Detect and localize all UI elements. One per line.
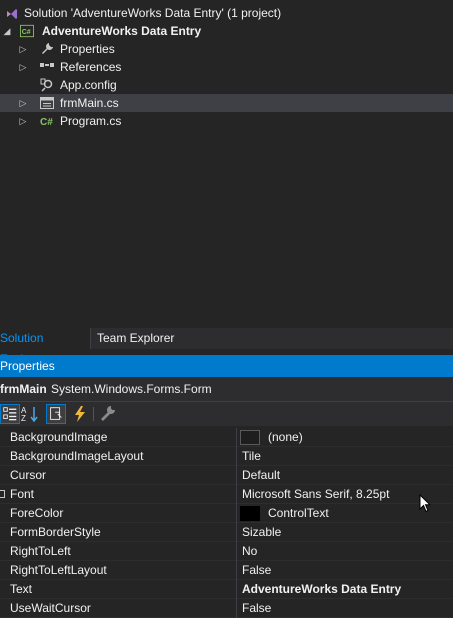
references-icon [40,63,54,67]
solution-explorer-tree: Solution 'AdventureWorks Data Entry' (1 … [0,0,453,328]
property-name: ForeColor [10,506,64,520]
property-value[interactable]: Default [242,466,280,485]
column-divider [236,599,237,618]
object-selector[interactable]: frmMain System.Windows.Forms.Form [0,377,453,402]
tree-row-solution[interactable]: Solution 'AdventureWorks Data Entry' (1 … [0,4,453,22]
csharp-icon: C# [40,117,53,128]
events-lightning-icon[interactable] [70,404,90,424]
alphabetical-sort-icon[interactable]: A Z [20,404,40,424]
tree-item-label: App.config [60,78,117,92]
column-divider [236,561,237,580]
collapse-arrow-icon[interactable]: ◢ [2,22,12,40]
properties-title: Properties [0,359,55,373]
property-row-forecolor[interactable]: ForeColor ControlText [0,504,453,523]
property-row-font[interactable]: Font Microsoft Sans Serif, 8.25pt [0,485,453,504]
expand-arrow-icon[interactable]: ▷ [18,40,28,58]
tree-item-references[interactable]: ▷ References [0,58,453,76]
object-type: System.Windows.Forms.Form [51,382,212,396]
property-value[interactable]: Tile [242,447,261,466]
column-divider [236,542,237,561]
property-name: RightToLeft [10,544,71,558]
tree-item-frmmain[interactable]: ▷ frmMain.cs [0,94,453,112]
expand-arrow-icon[interactable]: ▷ [18,94,28,112]
property-value[interactable]: Sizable [242,523,281,542]
column-divider [236,447,237,466]
expand-arrow-icon[interactable]: ▷ [18,58,28,76]
svg-text:C#: C# [22,29,31,36]
tree-item-label: References [60,60,122,74]
svg-text:C#: C# [40,117,53,128]
tree-item-properties[interactable]: ▷ Properties [0,40,453,58]
column-divider [236,466,237,485]
property-name: Text [10,582,33,596]
property-value[interactable]: No [242,542,257,561]
form-icon [40,97,54,109]
property-grid: BackgroundImage (none) BackgroundImageLa… [0,428,453,618]
property-row-text[interactable]: Text AdventureWorks Data Entry [0,580,453,599]
config-icon [40,78,53,92]
properties-title-bar[interactable]: Properties [0,355,453,377]
property-row-backgroundimage[interactable]: BackgroundImage (none) [0,428,453,447]
properties-view-icon[interactable] [46,404,66,424]
column-divider [236,580,237,599]
tree-item-label: Program.cs [60,114,122,128]
expand-box-icon[interactable] [0,490,5,498]
column-divider [236,485,237,504]
property-value[interactable]: AdventureWorks Data Entry [242,580,401,599]
tab-team-explorer[interactable]: Team Explorer [90,328,185,349]
column-divider [236,504,237,523]
column-divider [236,523,237,542]
mouse-pointer-icon [419,494,431,513]
property-name: UseWaitCursor [10,601,91,615]
property-row-righttoleftlayout[interactable]: RightToLeftLayout False [0,561,453,580]
tree-item-app-config[interactable]: App.config [0,76,453,94]
column-divider [236,428,237,447]
property-row-usewaitcursor[interactable]: UseWaitCursor False [0,599,453,618]
tab-solution-explorer[interactable]: Solution Explorer [0,328,90,366]
property-name: BackgroundImage [10,430,108,444]
categorized-view-icon[interactable] [0,404,20,424]
panel-tabs: Solution Explorer Team Explorer [0,328,453,366]
expand-arrow-icon[interactable]: ▷ [18,112,28,130]
visual-studio-solution-icon [7,9,17,19]
toolbar-separator [93,407,94,421]
solution-label: Solution 'AdventureWorks Data Entry' (1 … [24,6,282,20]
property-name: Font [10,487,35,501]
property-value[interactable]: Microsoft Sans Serif, 8.25pt [242,485,389,504]
svg-text:Z: Z [21,414,26,423]
wrench-icon [42,43,53,54]
project-label: AdventureWorks Data Entry [42,24,202,38]
color-swatch [240,506,260,521]
properties-toolbar: A Z [0,402,453,426]
csharp-project-icon: C# [20,24,34,38]
property-name: FormBorderStyle [10,525,101,539]
property-name: BackgroundImageLayout [10,449,144,463]
object-name: frmMain [0,382,47,396]
tree-item-label: Properties [60,42,115,56]
property-value[interactable]: False [242,599,271,618]
property-value[interactable]: (none) [268,428,303,447]
property-pages-wrench-icon[interactable] [98,404,118,424]
property-row-cursor[interactable]: Cursor Default [0,466,453,485]
tree-item-label: frmMain.cs [60,96,119,110]
property-row-formborderstyle[interactable]: FormBorderStyle Sizable [0,523,453,542]
property-value[interactable]: ControlText [268,504,329,523]
property-row-righttoleft[interactable]: RightToLeft No [0,542,453,561]
property-row-backgroundimagelayout[interactable]: BackgroundImageLayout Tile [0,447,453,466]
image-swatch [240,430,260,445]
tree-item-program[interactable]: ▷ C# Program.cs [0,112,453,130]
property-name: RightToLeftLayout [10,563,107,577]
property-name: Cursor [10,468,47,482]
property-value[interactable]: False [242,561,271,580]
tree-row-project[interactable]: ◢ C# AdventureWorks Data Entry [0,22,453,40]
